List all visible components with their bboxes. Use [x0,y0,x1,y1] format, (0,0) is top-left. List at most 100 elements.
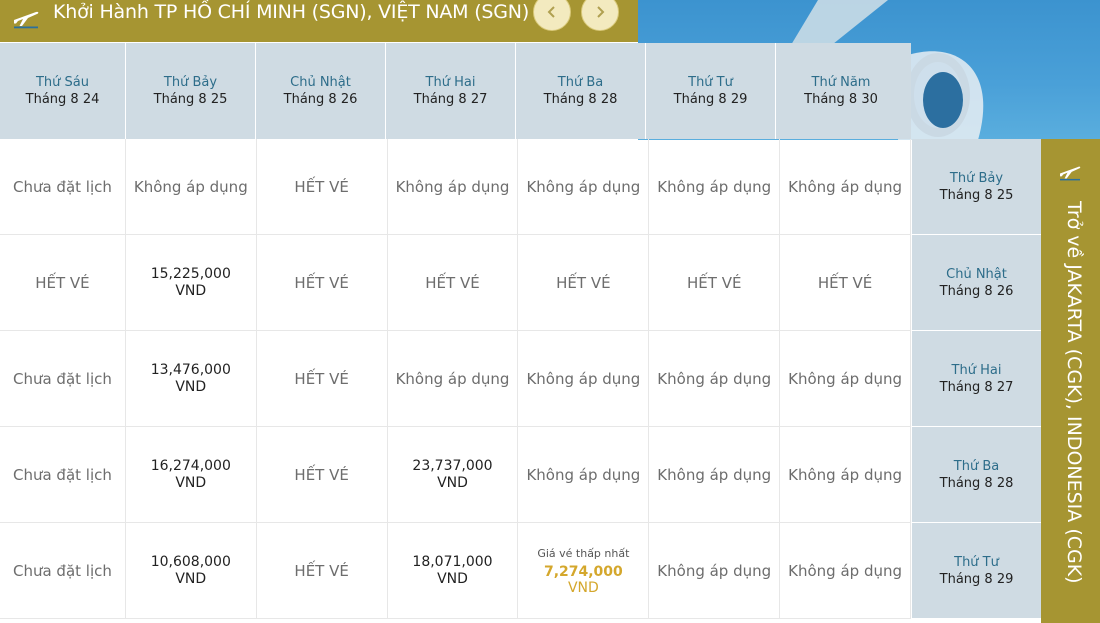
fare-status: Chưa đặt lịch [12,562,112,580]
fare-cell-status: Không áp dụng [780,139,912,235]
fare-status: Không áp dụng [526,178,641,196]
fare-status: HẾT VÉ [294,466,349,484]
day-date: Tháng 8 27 [413,92,488,107]
day-name: Thứ Ba [557,75,604,90]
fare-status: Chưa đặt lịch [12,178,112,196]
fare-status: Không áp dụng [788,562,903,580]
day-date: Tháng 8 29 [673,92,748,107]
fare-status: HẾT VÉ [35,274,90,292]
day-date: Tháng 8 24 [25,92,100,107]
day-date: Tháng 8 25 [939,187,1014,203]
prev-week-button[interactable] [533,0,571,31]
day-date: Tháng 8 30 [804,92,878,107]
fare-cell-status: Không áp dụng [649,331,781,427]
fare-cell-status: HẾT VÉ [0,235,126,331]
return-title: Trở về JAKARTA (CGK), INDONESIA (CGK) [1063,201,1085,584]
fare-cell-status: Không áp dụng [388,331,519,427]
day-name: Thứ Bảy [949,170,1004,186]
fare-price: 18,071,000 [412,554,493,570]
fare-currency: VND [437,475,468,491]
departure-day-header: Thứ Tư Tháng 8 29 [646,43,776,139]
fare-cell[interactable]: 18,071,000 VND [388,523,519,619]
departure-day-header: Thứ Ba Tháng 8 28 [516,43,646,139]
next-week-button[interactable] [581,0,619,31]
fare-status: Không áp dụng [657,466,772,484]
fare-cell[interactable]: 16,274,000 VND [126,427,257,523]
fare-cell-status: Không áp dụng [518,427,650,523]
return-day-header: Thứ Ba Tháng 8 28 [912,427,1041,523]
day-date: Tháng 8 26 [939,283,1014,299]
day-name: Thứ Ba [953,458,1000,474]
fare-calendar-grid: Chưa đặt lịch Không áp dụng HẾT VÉ Không áp… [0,139,912,619]
chevron-right-icon [597,6,605,18]
fare-cell-status: Không áp dụng [518,139,650,235]
fare-status: HẾT VÉ [687,274,742,292]
fare-status: HẾT VÉ [294,274,349,292]
fare-status: HẾT VÉ [294,178,349,196]
fare-cell-status: Không áp dụng [126,139,257,235]
departure-day-header: Thứ Hai Tháng 8 27 [386,43,516,139]
day-name: Thứ Sáu [35,75,89,90]
fare-cell-status: Chưa đặt lịch [0,139,126,235]
fare-currency: VND [175,379,207,395]
day-name: Thứ Tư [954,554,999,570]
fare-status: Không áp dụng [526,466,641,484]
fare-cell-status: Không áp dụng [518,331,650,427]
fare-status: Không áp dụng [395,370,510,388]
fare-currency: VND [175,283,207,299]
fare-cell-status: Không áp dụng [780,427,912,523]
fare-status: HẾT VÉ [294,370,349,388]
fare-price: 13,476,000 [150,362,231,378]
fare-row: Chưa đặt lịch 10,608,000 VND HẾT VÉ 18,071,0… [0,523,912,619]
fare-status: Không áp dụng [657,178,772,196]
fare-status: Chưa đặt lịch [12,370,112,388]
day-name: Thứ Tư [688,75,733,90]
fare-cell-status: Không áp dụng [780,523,912,619]
fare-cell[interactable]: 13,476,000 VND [126,331,257,427]
departure-date-header: Thứ Sáu Tháng 8 24 Thứ Bảy Tháng 8 25 Ch… [0,43,911,139]
day-name: Chủ Nhật [946,266,1007,282]
day-date: Tháng 8 28 [939,475,1014,491]
cheapest-label: Giá vé thấp nhất [537,546,630,560]
return-date-column: Thứ Bảy Tháng 8 25 Chủ Nhật Tháng 8 26 T… [912,139,1041,619]
fare-status: Chưa đặt lịch [12,466,112,484]
fare-status: Không áp dụng [395,178,510,196]
fare-cell[interactable]: 10,608,000 VND [126,523,257,619]
fare-price: 7,274,000 [543,563,623,580]
fare-status: Không áp dụng [788,370,903,388]
fare-currency: VND [175,475,207,491]
return-day-header: Thứ Tư Tháng 8 29 [912,523,1041,619]
fare-row: HẾT VÉ 15,225,000 VND HẾT VÉ HẾT VÉ HẾT VÉ HẾT… [0,235,912,331]
fare-cell-status: Không áp dụng [649,139,781,235]
fare-price: 23,737,000 [412,458,493,474]
fare-cell-status: Không áp dụng [780,331,912,427]
fare-price: 16,274,000 [150,458,231,474]
fare-status: Không áp dụng [657,562,772,580]
departure-day-header: Thứ Năm Tháng 8 30 [776,43,906,139]
fare-currency: VND [175,571,207,587]
fare-row: Chưa đặt lịch 16,274,000 VND HẾT VÉ 23,737,0… [0,427,912,523]
fare-cell[interactable]: 23,737,000 VND [388,427,519,523]
fare-cell-status: Chưa đặt lịch [0,523,126,619]
fare-status: HẾT VÉ [425,274,480,292]
fare-status: Không áp dụng [657,370,772,388]
fare-row: Chưa đặt lịch Không áp dụng HẾT VÉ Không áp… [0,139,912,235]
return-banner: Trở về JAKARTA (CGK), INDONESIA (CGK) [1041,139,1100,623]
fare-status: Không áp dụng [788,178,903,196]
fare-status: Không áp dụng [788,466,903,484]
fare-cell-status: Chưa đặt lịch [0,331,126,427]
fare-cell-status: Không áp dụng [649,523,781,619]
fare-cell[interactable]: 15,225,000 VND [126,235,257,331]
departure-title: Khởi Hành TP HỒ CHÍ MINH (SGN), VIỆT NAM… [53,1,530,23]
fare-cell-status: HẾT VÉ [257,235,388,331]
fare-cell-cheapest[interactable]: Giá vé thấp nhất 7,274,000 VND [518,523,650,619]
day-name: Thứ Năm [811,75,871,90]
fare-price: 15,225,000 [150,266,231,282]
fare-cell-status: HẾT VÉ [257,331,388,427]
day-date: Tháng 8 25 [153,92,228,107]
fare-currency: VND [437,571,468,587]
return-day-header: Thứ Bảy Tháng 8 25 [912,139,1041,235]
departure-day-header: Thứ Sáu Tháng 8 24 [0,43,126,139]
departure-day-header: Chủ Nhật Tháng 8 26 [256,43,386,139]
plane-takeoff-icon [14,11,39,29]
